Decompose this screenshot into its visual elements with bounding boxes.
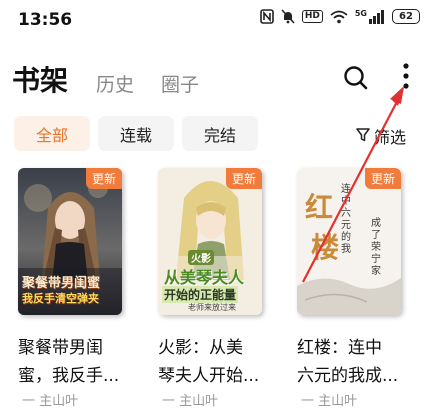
- book-cover[interactable]: 聚餐带男闺蜜 我反手清空弹夹 更新: [18, 168, 122, 315]
- status-bar: 13:56 HD 5G 62: [0, 0, 434, 40]
- book-title-line: 蜜，我反手...: [18, 366, 120, 386]
- status-icons: HD 5G 62: [260, 9, 420, 24]
- cover-title-line: 红: [305, 191, 334, 224]
- filter-button[interactable]: 筛选: [356, 124, 406, 148]
- cover-title-line: 开始的正能量: [162, 286, 239, 303]
- filter-chip-serializing[interactable]: 连载: [98, 116, 174, 151]
- book-meta: 一 主山叶: [162, 394, 219, 409]
- cover-subtitle-line: 成了荣宁家: [371, 218, 381, 277]
- filter-label: 筛选: [374, 128, 407, 147]
- update-badge: 更新: [225, 168, 262, 189]
- book-title[interactable]: 火影：从美 琴夫人开始...: [158, 334, 272, 390]
- status-time: 13:56: [18, 10, 73, 30]
- cover-title-line: 火影: [188, 250, 214, 265]
- nfc-icon: [260, 9, 274, 24]
- filter-chip-completed[interactable]: 完结: [182, 116, 258, 151]
- book-meta: 一 主山叶: [22, 394, 79, 409]
- cover-title-line: 从美琴夫人: [164, 268, 245, 287]
- book-title-line: 聚餐带男闺: [18, 338, 103, 358]
- more-options-icon[interactable]: [398, 62, 414, 92]
- update-badge: 更新: [364, 168, 401, 189]
- top-nav: 书架 历史 圈子: [0, 52, 434, 102]
- hd-icon: HD: [301, 10, 323, 23]
- funnel-icon: [356, 127, 370, 146]
- filter-chip-all[interactable]: 全部: [14, 116, 90, 151]
- signal-icon: [369, 9, 385, 24]
- cover-title-line: 我反手清空弹夹: [22, 292, 99, 305]
- mute-icon: [281, 9, 295, 24]
- update-badge: 更新: [85, 168, 122, 189]
- search-icon[interactable]: [343, 65, 369, 91]
- cover-author-line: 老师来放过来: [188, 303, 236, 312]
- tab-bookshelf[interactable]: 书架: [12, 59, 68, 99]
- battery-icon: 62: [392, 9, 420, 24]
- tab-circle[interactable]: 圈子: [161, 70, 199, 97]
- book-title-line: 六元的我成...: [297, 366, 399, 386]
- cover-subtitle-line: 连中六元的我: [341, 184, 351, 255]
- cover-title-line: 聚餐带男闺蜜: [22, 276, 101, 291]
- book-title-line: 红楼：连中: [297, 338, 382, 358]
- filter-bar: 全部 连载 完结 筛选: [0, 116, 434, 152]
- book-cover[interactable]: 火影 从美琴夫人 开始的正能量 老师来放过来 更新: [158, 168, 262, 315]
- signal-5g-label: 5G: [354, 8, 367, 18]
- wifi-icon: [330, 10, 348, 24]
- tab-history[interactable]: 历史: [96, 70, 134, 97]
- book-title[interactable]: 红楼：连中 六元的我成...: [297, 334, 411, 390]
- book-title-line: 火影：从美: [158, 338, 243, 358]
- book-title[interactable]: 聚餐带男闺 蜜，我反手...: [18, 334, 132, 390]
- cover-title-line: 楼: [311, 231, 340, 264]
- book-meta: 一 主山叶: [301, 394, 358, 409]
- book-cover[interactable]: 红 楼 连中六元的我 成了荣宁家 更新: [297, 168, 401, 315]
- book-title-line: 琴夫人开始...: [158, 366, 260, 386]
